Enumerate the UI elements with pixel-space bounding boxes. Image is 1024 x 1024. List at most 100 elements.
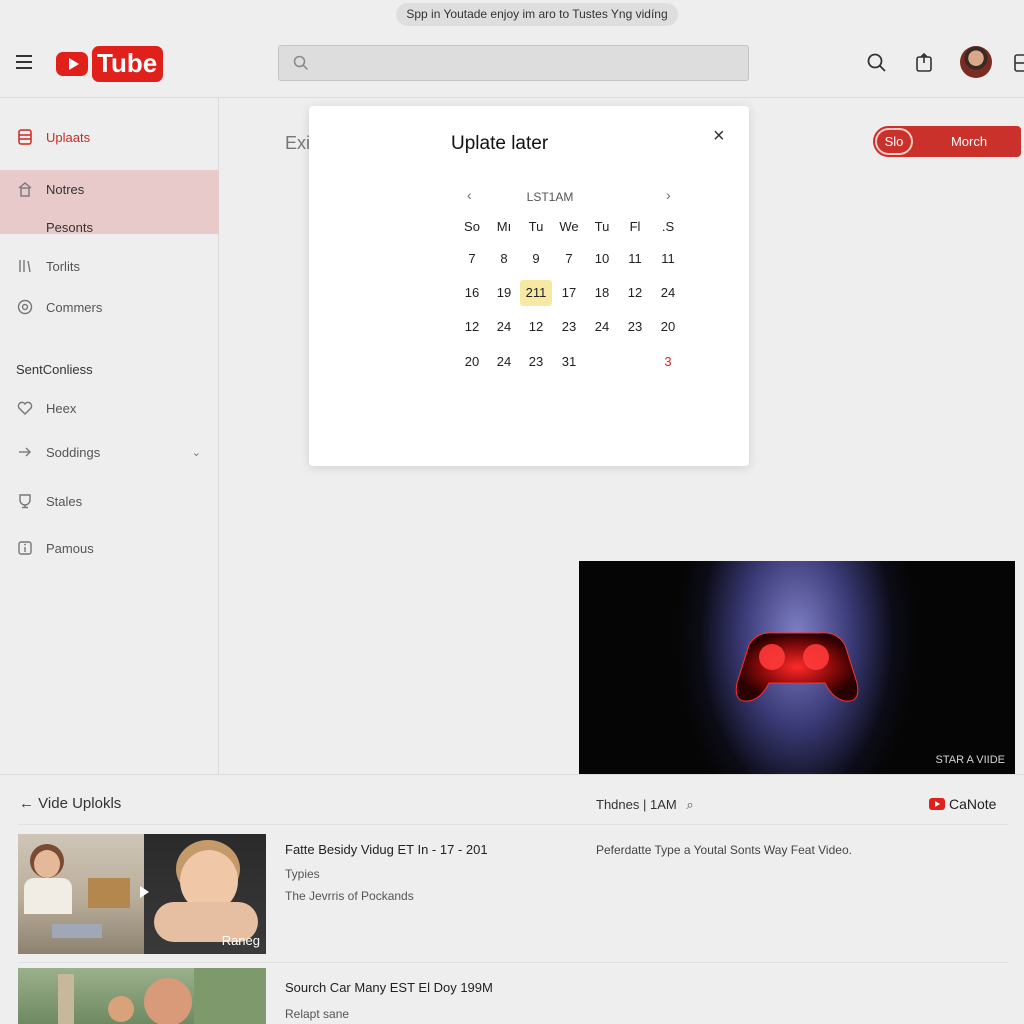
sidebar-item-label: Heex [46,400,77,416]
calendar-day[interactable]: 11 [619,246,651,272]
sidebar-section-title: SentConliess [16,362,93,377]
sidebar-item-stales[interactable]: Stales [0,483,219,519]
home-icon [16,180,34,198]
calendar-day[interactable]: 23 [520,349,552,375]
section-label: Exi [285,133,311,153]
video-meta: Relapt sane [285,1007,350,1021]
calendar-weekday: Tu [594,219,610,234]
calendar-day[interactable]: 20 [456,349,488,375]
video-meta: Typies [285,867,320,881]
uploads-filter[interactable]: Thdnes | 1AM ⌕ [596,797,694,813]
calendar-day[interactable]: 31 [553,349,585,375]
sidebar-item-label: Pesonts [46,219,93,235]
search-icon [293,55,309,76]
row-divider [18,824,1008,825]
sidebar-item-label: Stales [46,493,83,509]
uploads-title: Vide Uplokls [38,795,122,812]
search-icon: ⌕ [686,797,694,812]
video-thumbnail[interactable]: Raneg [18,834,266,954]
calendar-day[interactable]: 18 [586,280,618,306]
sidebar-item-pesonts[interactable]: Pesonts [0,209,219,245]
calendar-day[interactable]: 20 [652,314,684,340]
calendar-day[interactable]: 24 [652,280,684,306]
calendar-weekday: So [464,219,480,234]
prev-month-icon[interactable]: ‹ [467,187,472,203]
segmented-pill-control[interactable]: Slo Morch [873,126,1021,157]
video-player[interactable]: STAR A VIIDE [579,561,1015,774]
dialog-title: Uplate later [451,133,549,154]
chevron-down-icon[interactable]: ⌄ [192,446,201,459]
search-icon[interactable] [864,50,890,76]
pill-left-button[interactable]: Slo [875,128,913,155]
upload-icon[interactable] [911,50,937,76]
sidebar-item-commers[interactable]: Commers [0,289,219,325]
calendar-day[interactable]: 7 [553,246,585,272]
calendar-day[interactable]: 7 [456,246,488,272]
row-divider [18,962,1008,963]
sidebar-item-soddings[interactable]: Soddings ⌄ [0,434,219,470]
sidebar-item-uploads[interactable]: Uplaats [0,119,219,155]
play-logo-icon [56,52,88,76]
calendar-day[interactable]: 24 [586,314,618,340]
canote-label: CaNote [949,796,997,812]
pill-right-button[interactable]: Morch [917,126,1021,157]
video-thumbnail[interactable] [18,968,266,1024]
youtube-logo[interactable]: Tube [56,45,164,83]
calendar-day[interactable]: 211 [520,280,552,306]
video-title[interactable]: Sourch Car Many EST El Doy 199M [285,980,493,995]
uploads-back-link[interactable]: ← Vide Uplokls [19,795,121,812]
sidebar-item-label: Soddings [46,444,101,460]
sidebar: Uplaats Notres Pesonts Torlits Commers S… [0,98,219,774]
thumbnail-tag: Raneg [221,933,260,948]
sidebar-item-notres[interactable]: Notres [0,171,219,207]
calendar-day[interactable]: 9 [520,246,552,272]
calendar-day[interactable]: 16 [456,280,488,306]
search-bar[interactable] [278,45,749,81]
thumbnail-image [18,968,266,1024]
announcement-banner[interactable]: Spp in Youtade enjoy im aro to Tustes Yn… [396,3,678,26]
calendar-month-label: LST1AM [526,190,574,204]
canote-link[interactable]: CaNote [929,796,996,812]
gamepad-icon [735,632,859,702]
sidebar-item-pamous[interactable]: Pamous [0,530,219,566]
avatar[interactable] [960,46,992,78]
calendar-day[interactable]: 19 [488,280,520,306]
calendar-day[interactable]: 23 [619,314,651,340]
top-bar: Tube [0,30,1024,98]
section-divider [0,774,1024,775]
calendar-weekday: We [559,219,579,234]
thumbnail-left-image [18,834,144,954]
sidebar-item-label: Commers [46,299,103,315]
close-icon[interactable]: × [713,126,725,146]
apps-icon[interactable] [1008,50,1024,76]
video-title[interactable]: Fatte Besidy Vidug ET In - 17 - 201 [285,842,488,857]
calendar-day[interactable]: 24 [488,349,520,375]
sidebar-item-torlits[interactable]: Torlits [0,248,219,284]
calendar-day[interactable]: 17 [553,280,585,306]
video-caption: STAR A VIIDE [935,754,1006,766]
calendar-day[interactable]: 3 [652,349,684,375]
video-description: Peferdatte Type a Youtal Sonts Way Feat … [596,843,852,857]
menu-icon[interactable] [16,55,32,69]
sidebar-item-label: Notres [46,181,85,197]
calendar-day[interactable]: 24 [488,314,520,340]
heart-icon [16,399,34,417]
arrow-icon [16,443,34,461]
calendar-day[interactable]: 10 [586,246,618,272]
youtube-icon [929,798,945,810]
calendar-day[interactable]: 8 [488,246,520,272]
library-icon [16,257,34,275]
sidebar-item-label: Uplaats [46,129,91,145]
calendar-day[interactable]: 11 [652,246,684,272]
calendar-weekday: Fl [629,219,641,234]
calendar-day[interactable]: 12 [619,280,651,306]
calendar-weekday: .S [661,219,675,234]
calendar-day[interactable]: 12 [456,314,488,340]
search-input[interactable] [319,52,729,74]
next-month-icon[interactable]: › [666,187,671,203]
sidebar-item-label: Torlits [46,258,80,274]
back-arrow-icon: ← [19,795,39,812]
sidebar-item-heex[interactable]: Heex [0,390,219,426]
calendar-day[interactable]: 23 [553,314,585,340]
calendar-day[interactable]: 12 [520,314,552,340]
